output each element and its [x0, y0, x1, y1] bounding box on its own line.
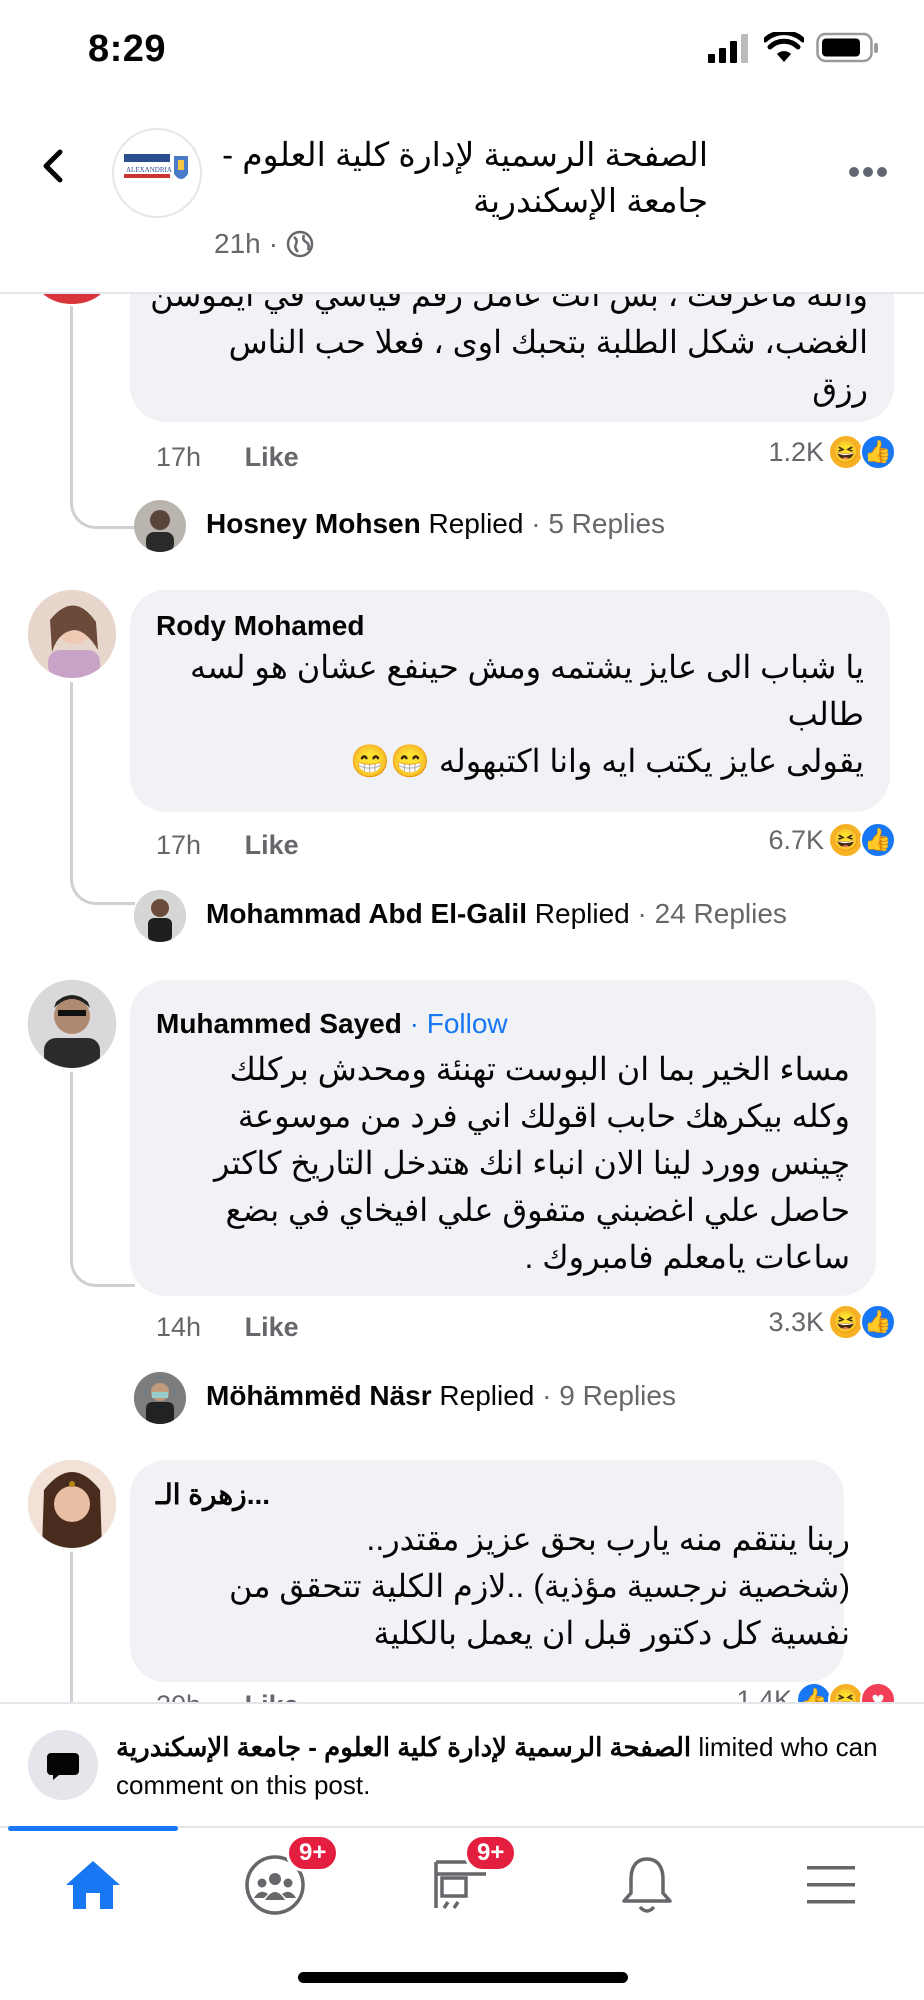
like-reaction-icon: 👍 — [860, 434, 896, 470]
comment-author[interactable]: Rody Mohamed — [156, 610, 364, 642]
comment-text: مساء الخير بما ان البوست تهنئة ومحدش برك… — [213, 1051, 850, 1275]
thread-line — [70, 1552, 73, 1702]
comment-restriction-notice: الصفحة الرسمية لإدارة كلية العلوم - جامع… — [116, 1728, 924, 1804]
comment-text: ربنا ينتقم منه يارب بحق عزيز مقتدر.. (شخ… — [229, 1521, 850, 1651]
reply-author: Hosney Mohsen — [206, 508, 421, 539]
follow-button[interactable]: · Follow — [410, 1008, 508, 1039]
page-avatar[interactable]: ALEXANDRIA — [112, 128, 202, 218]
reaction-count: 1.2K — [768, 436, 824, 467]
comment-text: والله ماعرفت ، بس انت عامل رقم قياسي في … — [150, 294, 868, 407]
reaction-summary[interactable]: 6.7K 😆 👍 — [768, 822, 896, 858]
status-time: 8:29 — [88, 28, 167, 70]
signal-icon — [708, 34, 748, 63]
avatar[interactable] — [134, 890, 186, 942]
replies-count: · 5 Replies — [531, 508, 666, 539]
reaction-count: 1.4K — [736, 1684, 792, 1703]
comment-restricted-icon — [28, 1730, 98, 1800]
comment-time: 20h — [156, 1690, 201, 1702]
meta-separator: · — [268, 228, 279, 259]
like-button[interactable]: Like — [245, 1312, 299, 1342]
notice-divider — [0, 1702, 924, 1704]
thread-line — [70, 682, 135, 905]
battery-icon — [816, 32, 878, 63]
nav-active-indicator — [8, 1826, 178, 1831]
notice-page-name[interactable]: الصفحة الرسمية لإدارة كلية العلوم - جامع… — [116, 1732, 691, 1762]
notice-line1-suffix: limited who can — [691, 1732, 878, 1762]
nav-notifications[interactable] — [572, 1840, 722, 1930]
wifi-icon — [764, 32, 804, 62]
comment-text: يا شباب الى عايز يشتمه ومش حينفع عشان هو… — [190, 649, 864, 779]
nav-marketplace[interactable]: 9+ — [386, 1834, 536, 1930]
page-title[interactable]: الصفحة الرسمية لإدارة كلية العلوم - جامع… — [208, 132, 708, 224]
reaction-summary[interactable]: 1.2K 😆 👍 — [768, 434, 896, 470]
like-button[interactable]: Like — [245, 830, 299, 860]
comment-actions: 17h Like — [156, 830, 299, 861]
haha-reaction-icon: 😆 — [828, 1304, 864, 1340]
comment-author[interactable]: زهرة الـ... — [156, 1478, 270, 1511]
nav-menu[interactable] — [756, 1840, 906, 1930]
reply-summary[interactable]: Hosney Mohsen Replied · 5 Replies — [206, 508, 665, 540]
reply-author: Mohammad Abd El-Galil — [206, 898, 527, 929]
love-reaction-icon: ♥ — [860, 1682, 896, 1702]
like-button[interactable]: Like — [245, 1690, 299, 1702]
avatar[interactable] — [28, 1460, 116, 1548]
globe-icon — [286, 230, 314, 258]
comment-time: 17h — [156, 442, 202, 472]
reply-summary[interactable]: Mohammad Abd El-Galil Replied · 24 Repli… — [206, 898, 787, 930]
like-reaction-icon: 👍 — [860, 822, 896, 858]
comment-actions: 17h Like — [156, 442, 299, 473]
avatar[interactable] — [134, 1372, 186, 1424]
thread-line — [70, 306, 135, 529]
home-icon — [66, 1861, 120, 1909]
comment-author-row: Muhammed Sayed · Follow — [156, 1008, 508, 1040]
back-arrow-icon[interactable] — [34, 146, 74, 186]
comment-time: 17h — [156, 830, 202, 860]
nav-home[interactable] — [18, 1840, 168, 1930]
avatar[interactable] — [36, 294, 108, 304]
comment-actions: 20h Like — [156, 1690, 299, 1702]
thread-line — [70, 1072, 135, 1287]
reply-summary[interactable]: Möhämmëd Näsr Replied · 9 Replies — [206, 1380, 676, 1412]
nav-groups[interactable]: 9+ — [200, 1834, 350, 1930]
replies-count: · 9 Replies — [542, 1380, 676, 1411]
avatar[interactable] — [28, 980, 116, 1068]
haha-reaction-icon: 😆 — [828, 434, 864, 470]
replied-label: Replied — [428, 508, 524, 539]
groups-badge: 9+ — [286, 1834, 340, 1872]
notice-line2: comment on this post. — [116, 1770, 371, 1800]
marketplace-badge: 9+ — [464, 1834, 518, 1872]
reaction-summary[interactable]: 1.4K 👍 😆 ♥ — [736, 1682, 896, 1702]
svg-text:ALEXANDRIA: ALEXANDRIA — [126, 166, 172, 174]
like-button[interactable]: Like — [245, 442, 299, 472]
reaction-count: 3.3K — [768, 1306, 824, 1337]
post-meta: 21h · — [214, 228, 314, 260]
comment-actions: 14h Like — [156, 1312, 299, 1343]
replied-label: Replied — [534, 898, 630, 929]
haha-reaction-icon: 😆 — [828, 822, 864, 858]
comment-time: 14h — [156, 1312, 202, 1342]
replied-label: Replied — [439, 1380, 535, 1411]
avatar[interactable] — [134, 500, 186, 552]
avatar[interactable] — [28, 590, 116, 678]
reaction-count: 6.7K — [768, 824, 824, 855]
like-reaction-icon: 👍 — [860, 1304, 896, 1340]
home-indicator — [298, 1972, 628, 1983]
like-reaction-icon: 👍 — [796, 1682, 832, 1702]
reaction-summary[interactable]: 3.3K 😆 👍 — [768, 1304, 896, 1340]
comment-author[interactable]: Muhammed Sayed — [156, 1008, 402, 1039]
haha-reaction-icon: 😆 — [828, 1682, 864, 1702]
menu-icon — [807, 1866, 855, 1904]
more-options-icon[interactable] — [848, 166, 888, 178]
replies-count: · 24 Replies — [637, 898, 787, 929]
university-logo-icon: ALEXANDRIA — [124, 154, 188, 179]
reply-author: Möhämmëd Näsr — [206, 1380, 432, 1411]
comments-list: والله ماعرفت ، بس انت عامل رقم قياسي في … — [0, 294, 924, 1702]
post-time: 21h — [214, 228, 261, 259]
bell-icon — [622, 1857, 672, 1913]
